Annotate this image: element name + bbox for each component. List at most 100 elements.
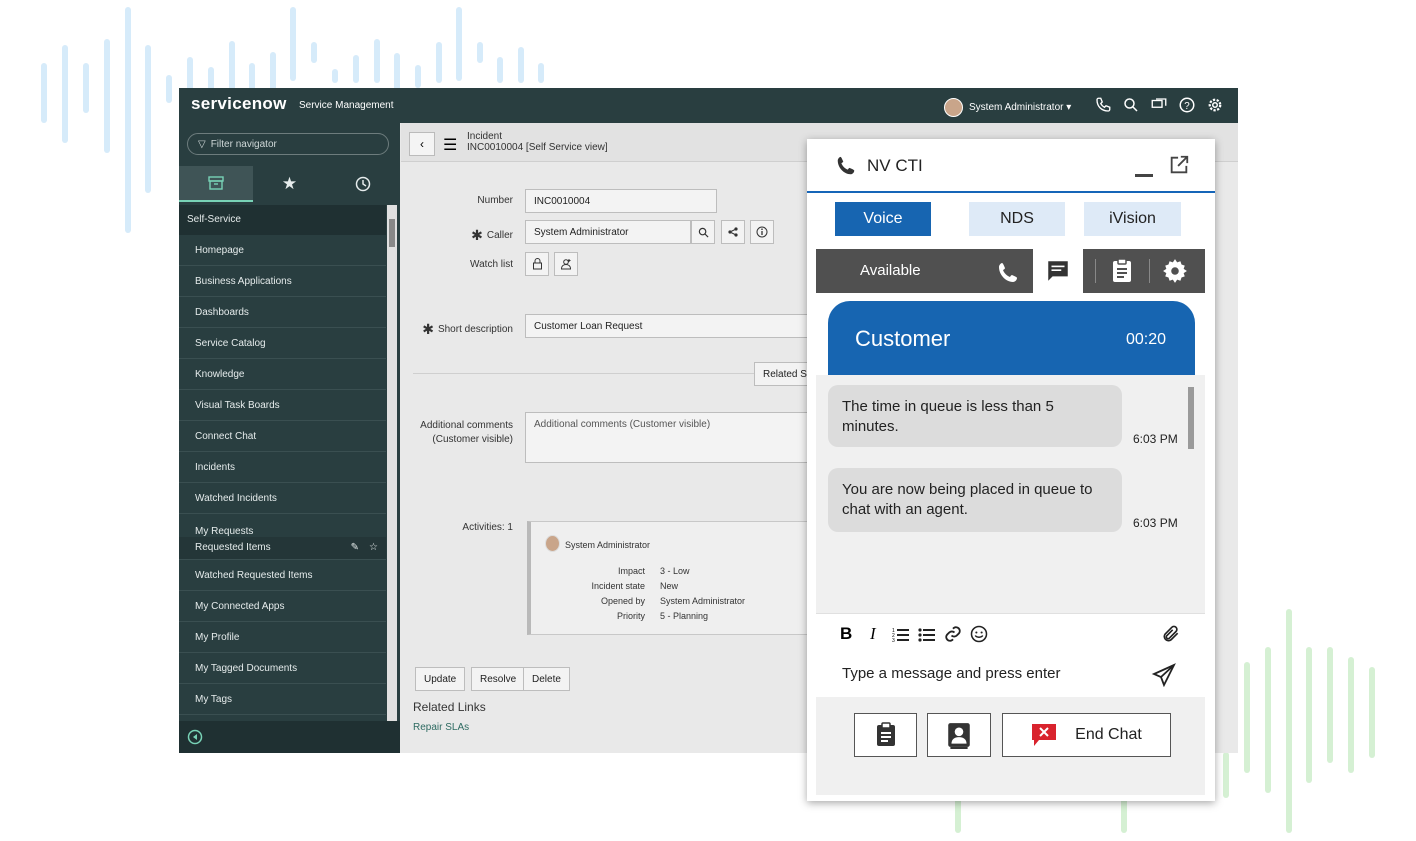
send-icon[interactable] [1151, 663, 1177, 687]
menu-icon[interactable]: ☰ [443, 135, 457, 155]
resolve-button[interactable]: Resolve [471, 667, 526, 691]
sidebar-item[interactable]: My Tagged Documents [179, 653, 386, 684]
sidebar-item[interactable]: Dashboards [179, 297, 386, 328]
activity-field-value: New [660, 581, 679, 591]
short-description-label-text: Short description [437, 324, 513, 335]
search-icon[interactable] [1122, 96, 1140, 114]
watchlist-label: Watch list [470, 259, 513, 270]
sidebar-item[interactable]: Watched Requested Items [179, 560, 386, 591]
tab-nds[interactable]: NDS [969, 202, 1065, 236]
activities-label: Activities: 1 [462, 522, 513, 533]
numbered-list-icon[interactable]: 123 [892, 626, 910, 642]
cti-panel: NV CTI Voice NDS iVision Available Custo… [807, 139, 1215, 801]
caller-tree-button[interactable] [721, 220, 745, 244]
number-field[interactable]: INC0010004 [525, 189, 717, 213]
nav-section-self-service[interactable]: Self-Service [179, 205, 386, 235]
repair-slas-link[interactable]: Repair SLAs [413, 722, 469, 733]
chat-icon[interactable] [1150, 96, 1168, 114]
minimize-button[interactable] [1135, 174, 1153, 177]
archive-icon [208, 176, 224, 190]
caller-field[interactable]: System Administrator [525, 220, 691, 244]
form-title: Incident [467, 131, 503, 142]
help-icon[interactable]: ? [1178, 96, 1196, 114]
sidebar-item-label: My Requests [195, 526, 254, 537]
message-input-placeholder: Type a message and press enter [842, 665, 1061, 682]
link-icon[interactable] [944, 625, 962, 643]
sidebar-item-label: My Connected Apps [195, 601, 285, 612]
sidebar-item[interactable]: Watched Incidents [179, 483, 386, 514]
chat-transcript: The time in queue is less than 5 minutes… [816, 375, 1205, 613]
watchlist-add-me-button[interactable] [554, 252, 578, 276]
sidebar-item-label: Watched Incidents [195, 493, 277, 504]
sidebar-item-label: Knowledge [195, 369, 245, 380]
top-banner: servicenow Service Management System Adm… [179, 88, 1238, 123]
filter-navigator-input[interactable]: ▽ Filter navigator [187, 133, 389, 155]
avatar [944, 98, 963, 117]
end-chat-label: End Chat [1075, 726, 1142, 743]
end-chat-button[interactable]: End Chat [1002, 713, 1171, 757]
tab-all-apps[interactable] [179, 166, 253, 202]
chat-scrollbar[interactable] [1188, 387, 1194, 449]
sidebar-item[interactable]: Business Applications [179, 266, 386, 297]
italic-button[interactable]: I [870, 624, 876, 644]
tab-history[interactable] [326, 166, 400, 202]
popout-icon[interactable] [1168, 154, 1190, 176]
settings-gear-icon[interactable] [1162, 258, 1188, 284]
message-input[interactable]: Type a message and press enter [816, 653, 1205, 697]
chat-message: The time in queue is less than 5 minutes… [828, 385, 1122, 447]
sidebar-item[interactable]: My Requests [179, 514, 386, 537]
sidebar-item[interactable]: My Tags [179, 684, 386, 715]
tab-voice[interactable]: Voice [835, 202, 931, 236]
comments-label-line2: (Customer visible) [432, 434, 513, 445]
phone-icon[interactable] [1094, 96, 1112, 114]
caller-lookup-button[interactable] [691, 220, 715, 244]
notes-icon[interactable] [1110, 258, 1134, 284]
activity-field-value: 5 - Planning [660, 611, 709, 621]
collapse-nav-icon[interactable] [187, 729, 203, 745]
tab-favorites[interactable]: ★ [253, 166, 327, 202]
caller-label-text: Caller [486, 230, 513, 241]
sidebar-item-label: My Profile [195, 632, 240, 643]
additional-comments-textarea[interactable]: Additional comments (Customer visible) [525, 412, 825, 463]
bold-button[interactable]: B [840, 624, 852, 644]
chat-tab-button[interactable] [1033, 249, 1083, 293]
star-icon: ★ [281, 174, 298, 193]
sidebar-item[interactable]: Incidents [179, 452, 386, 483]
back-button[interactable]: ‹ [409, 132, 435, 156]
sidebar-item[interactable]: My Connected Apps [179, 591, 386, 622]
user-menu[interactable]: System Administrator ▾ [944, 98, 1071, 117]
number-label: Number [477, 195, 513, 206]
sidebar-item-label: Connect Chat [195, 431, 257, 442]
sidebar-item[interactable]: My Profile [179, 622, 386, 653]
sidebar-item[interactable]: Homepage [179, 235, 386, 266]
edit-icon[interactable]: ✎ [351, 537, 359, 559]
contact-card-icon [948, 723, 970, 749]
sidebar-item[interactable]: Visual Task Boards [179, 390, 386, 421]
caller-info-button[interactable] [750, 220, 774, 244]
nav-scrollbar[interactable] [387, 205, 397, 723]
formatting-toolbar: B I 123 [816, 613, 1205, 654]
sidebar-item[interactable]: Connect Chat [179, 421, 386, 452]
tab-ivision[interactable]: iVision [1084, 202, 1181, 236]
chat-message: You are now being placed in queue to cha… [828, 468, 1122, 532]
bullet-list-icon[interactable] [918, 626, 936, 642]
attachment-icon[interactable] [1161, 624, 1181, 644]
agent-status[interactable]: Available [860, 262, 921, 279]
application-navigator: ▽ Filter navigator ★ Self-Service Homepa… [179, 123, 400, 753]
star-icon[interactable]: ☆ [369, 537, 378, 559]
delete-button[interactable]: Delete [523, 667, 570, 691]
filter-icon: ▽ [198, 138, 206, 150]
contact-button[interactable] [927, 713, 991, 757]
gear-icon[interactable] [1206, 96, 1224, 114]
chat-timer: 00:20 [1126, 331, 1167, 348]
emoji-icon[interactable] [970, 625, 988, 643]
sidebar-item[interactable]: Knowledge [179, 359, 386, 390]
avatar [545, 535, 560, 552]
sidebar-item[interactable]: Requested Items ✎ ☆ [179, 537, 386, 560]
notes-button[interactable] [854, 713, 917, 757]
update-button[interactable]: Update [415, 667, 466, 691]
phone-icon[interactable] [996, 261, 1020, 285]
watchlist-lock-button[interactable] [525, 252, 549, 276]
short-description-field[interactable]: Customer Loan Request [525, 314, 825, 338]
sidebar-item[interactable]: Service Catalog [179, 328, 386, 359]
